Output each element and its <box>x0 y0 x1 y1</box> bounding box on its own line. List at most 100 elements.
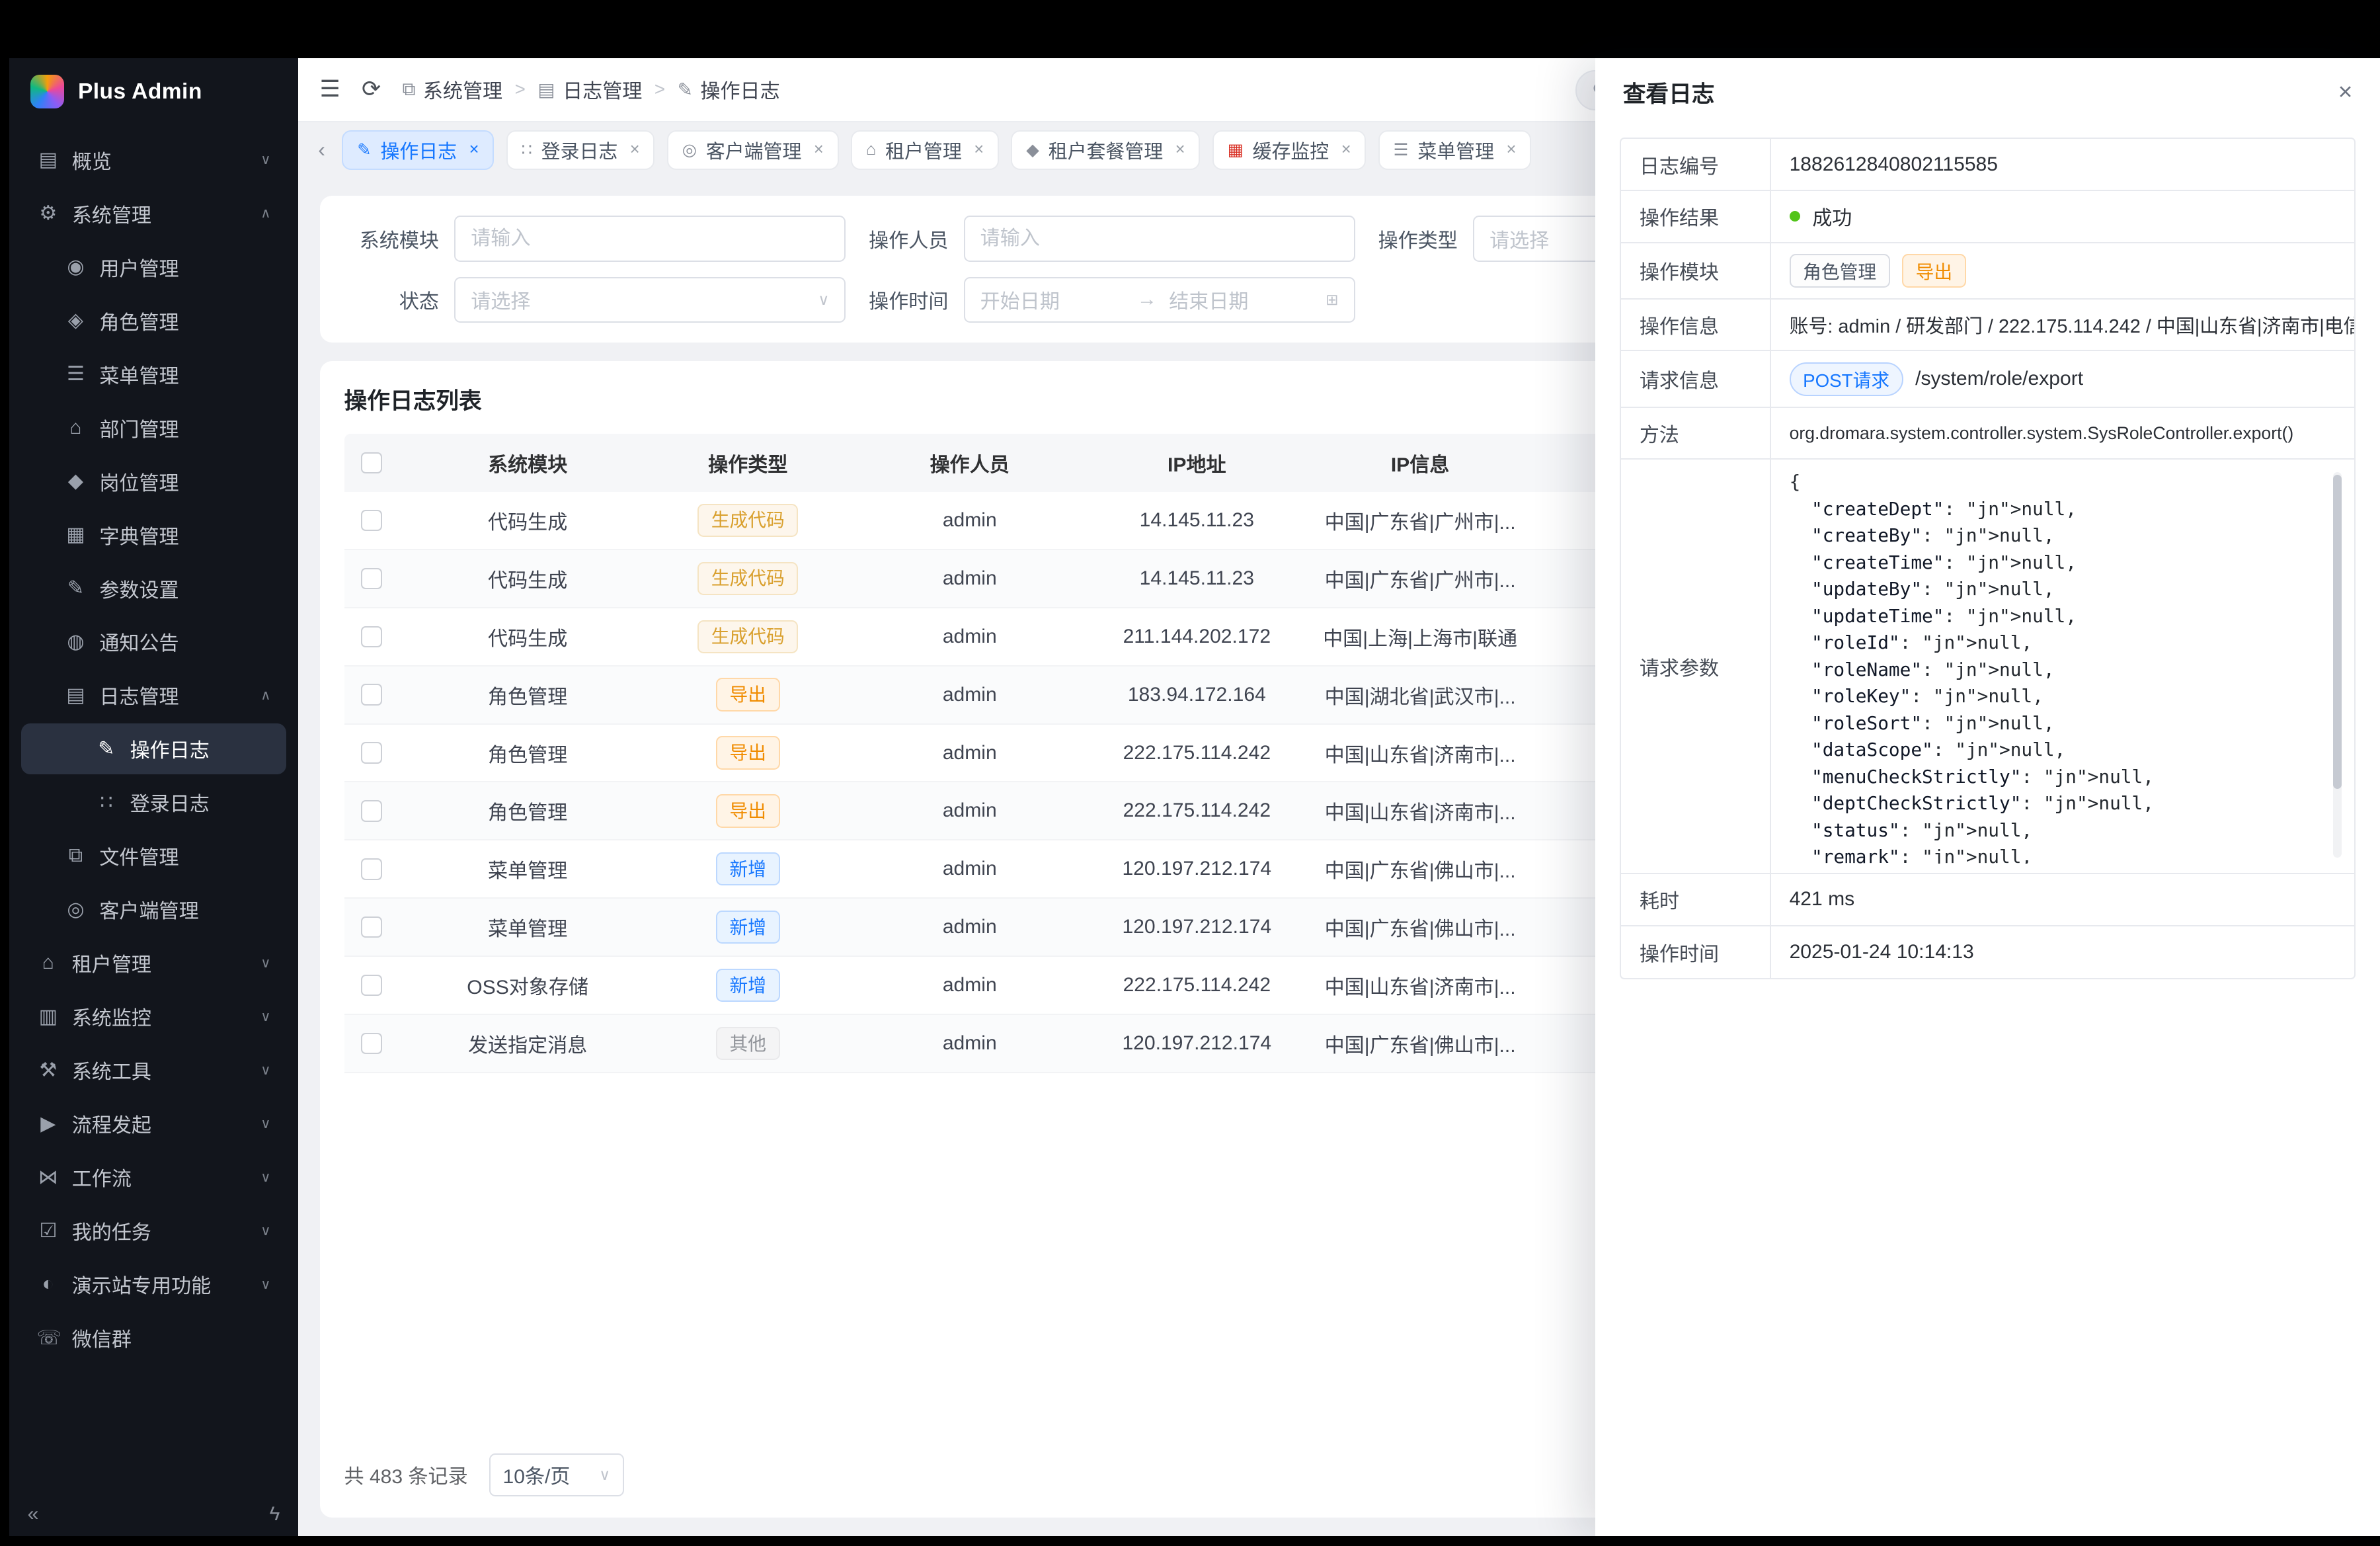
code-scrollbar-thumb[interactable] <box>2333 475 2342 788</box>
column-header: IP地址 <box>1099 448 1294 477</box>
sidebar-item-demo-features[interactable]: ◐演示站专用功能∨ <box>21 1259 286 1309</box>
operator-input[interactable] <box>964 216 1355 261</box>
tab-operlog[interactable]: ✎操作日志× <box>342 130 494 170</box>
detail-row-result: 操作结果 成功 <box>1621 191 2354 243</box>
date-range-picker[interactable]: 开始日期 → 结束日期 ⊞ <box>964 277 1355 323</box>
sidebar-item-system[interactable]: ⚙系统管理∧ <box>21 188 286 239</box>
chevron-down-icon: ∨ <box>260 1116 270 1132</box>
log-detail-table: 日志编号 1882612840802115585 操作结果 成功 操作模块 角色… <box>1620 138 2356 979</box>
sidebar-item-post[interactable]: ◆岗位管理 <box>21 456 286 506</box>
row-checkbox[interactable] <box>361 626 382 647</box>
tab-cache-monitor[interactable]: ▦缓存监控× <box>1212 130 1367 170</box>
sidebar-item-menu[interactable]: ☰菜单管理 <box>21 348 286 399</box>
cell-module: 代码生成 <box>399 506 656 535</box>
module-input[interactable] <box>454 216 846 261</box>
sidebar-menu: ▤概览∨⚙系统管理∧◉用户管理◈角色管理☰菜单管理⌂部门管理◆岗位管理▦字典管理… <box>9 126 298 1493</box>
cell-ip: 14.145.11.23 <box>1099 509 1294 532</box>
close-icon[interactable]: × <box>974 140 984 159</box>
sidebar-item-tenant[interactable]: ⌂租户管理∨ <box>21 938 286 988</box>
sidebar-item-operlog[interactable]: ✎操作日志 <box>21 723 286 774</box>
breadcrumb-item-log[interactable]: ▤ 日志管理 <box>537 75 642 104</box>
close-icon[interactable]: × <box>1341 140 1351 159</box>
filter-time: 操作时间 开始日期 → 结束日期 ⊞ <box>853 277 1363 323</box>
operation-time-value: 2025-01-24 10:14:13 <box>1790 941 1974 963</box>
sidebar-item-file[interactable]: ⧉文件管理 <box>21 831 286 881</box>
cell-ip-info: 中国|山东省|济南市|... <box>1294 796 1546 825</box>
row-checkbox[interactable] <box>361 568 382 589</box>
cell-op-type: 生成代码 <box>656 620 840 653</box>
select-all-checkbox[interactable] <box>361 452 382 473</box>
sidebar-item-log[interactable]: ▤日志管理∧ <box>21 670 286 720</box>
page-size-select[interactable]: 10条/页 ∨ <box>489 1453 624 1496</box>
close-icon[interactable]: × <box>469 140 479 159</box>
sidebar-item-label: 租户管理 <box>72 948 151 977</box>
breadcrumb-item-operlog[interactable]: ✎ 操作日志 <box>678 75 780 104</box>
tab-label: 操作日志 <box>380 136 457 164</box>
op-type-badge: 新增 <box>716 852 780 885</box>
hamburger-icon[interactable]: ☰ <box>320 76 340 102</box>
close-icon[interactable]: × <box>630 140 640 159</box>
sidebar-item-monitor[interactable]: ▥系统监控∨ <box>21 991 286 1041</box>
brand-logo-icon <box>30 75 64 108</box>
row-checkbox[interactable] <box>361 1033 382 1054</box>
sidebar-item-client[interactable]: ◎客户端管理 <box>21 884 286 934</box>
filter-type-label: 操作类型 <box>1363 224 1457 253</box>
status-select[interactable]: 请选择 ∨ <box>454 277 846 323</box>
config-icon: ✎ <box>64 577 87 600</box>
chevron-down-icon: ∨ <box>260 1223 270 1239</box>
sidebar-item-workflow[interactable]: ⋈工作流∨ <box>21 1152 286 1202</box>
sidebar-item-flow-start[interactable]: ▶流程发起∨ <box>21 1098 286 1149</box>
sidebar-item-label: 文件管理 <box>99 841 178 870</box>
sidebar-item-overview[interactable]: ▤概览∨ <box>21 135 286 185</box>
op-type-badge: 生成代码 <box>697 562 798 595</box>
sidebar-item-label: 岗位管理 <box>99 467 178 496</box>
result-value: 成功 <box>1812 202 1852 231</box>
sidebar-item-tool[interactable]: ⚒系统工具∨ <box>21 1045 286 1095</box>
tab-client[interactable]: ◎客户端管理× <box>667 130 839 170</box>
tab-loginlog[interactable]: ∷登录日志× <box>506 130 655 170</box>
sidebar-item-notice[interactable]: ◍通知公告 <box>21 616 286 667</box>
close-icon[interactable]: × <box>1175 140 1185 159</box>
sidebar-item-user[interactable]: ◉用户管理 <box>21 242 286 292</box>
tabs-scroll-left-icon[interactable]: ‹ <box>313 138 330 162</box>
tab-tenant[interactable]: ⌂租户管理× <box>851 130 999 170</box>
sidebar-item-loginlog[interactable]: ∷登录日志 <box>21 777 286 827</box>
row-checkbox[interactable] <box>361 916 382 938</box>
sidebar-item-role[interactable]: ◈角色管理 <box>21 295 286 345</box>
row-checkbox[interactable] <box>361 858 382 879</box>
tenant-icon: ⌂ <box>866 140 876 159</box>
sidebar-item-dept[interactable]: ⌂部门管理 <box>21 402 286 452</box>
row-checkbox[interactable] <box>361 975 382 996</box>
column-header: IP信息 <box>1294 448 1546 477</box>
row-checkbox[interactable] <box>361 742 382 763</box>
close-icon[interactable]: × <box>2338 77 2353 106</box>
chevron-down-icon: ∨ <box>260 955 270 971</box>
chevron-down-icon: ∨ <box>260 1276 270 1293</box>
collapse-sidebar-icon[interactable]: « <box>28 1503 39 1526</box>
row-checkbox[interactable] <box>361 510 382 531</box>
row-checkbox[interactable] <box>361 800 382 821</box>
refresh-icon[interactable]: ⟳ <box>362 76 381 102</box>
sidebar-item-dict[interactable]: ▦字典管理 <box>21 509 286 559</box>
operation-tag: 导出 <box>1902 254 1966 288</box>
tab-tenant-package[interactable]: ◆租户套餐管理× <box>1011 130 1200 170</box>
sidebar-item-my-tasks[interactable]: ☑我的任务∨ <box>21 1205 286 1256</box>
tab-menu[interactable]: ☰菜单管理× <box>1378 130 1531 170</box>
breadcrumb-item-system[interactable]: ⧉ 系统管理 <box>402 75 502 104</box>
cell-ip-info: 中国|山东省|济南市|... <box>1294 971 1546 1000</box>
request-path: /system/role/export <box>1915 368 2083 390</box>
sidebar-item-wechat-group[interactable]: ☏微信群 <box>21 1313 286 1363</box>
cell-ip-info: 中国|广东省|佛山市|... <box>1294 854 1546 883</box>
close-icon[interactable]: × <box>814 140 824 159</box>
plugin-icon[interactable]: ϟ <box>269 1503 280 1526</box>
close-icon[interactable]: × <box>1507 140 1517 159</box>
tool-icon: ⚒ <box>37 1059 60 1082</box>
sidebar-item-label: 登录日志 <box>130 788 210 817</box>
sidebar-item-label: 系统监控 <box>72 1002 151 1031</box>
row-checkbox[interactable] <box>361 684 382 705</box>
sidebar-item-label: 概览 <box>72 145 112 175</box>
op-type-badge: 生成代码 <box>697 504 798 537</box>
sidebar-item-config[interactable]: ✎参数设置 <box>21 563 286 613</box>
tab-label: 菜单管理 <box>1417 136 1494 164</box>
sidebar-item-label: 客户端管理 <box>99 895 198 924</box>
